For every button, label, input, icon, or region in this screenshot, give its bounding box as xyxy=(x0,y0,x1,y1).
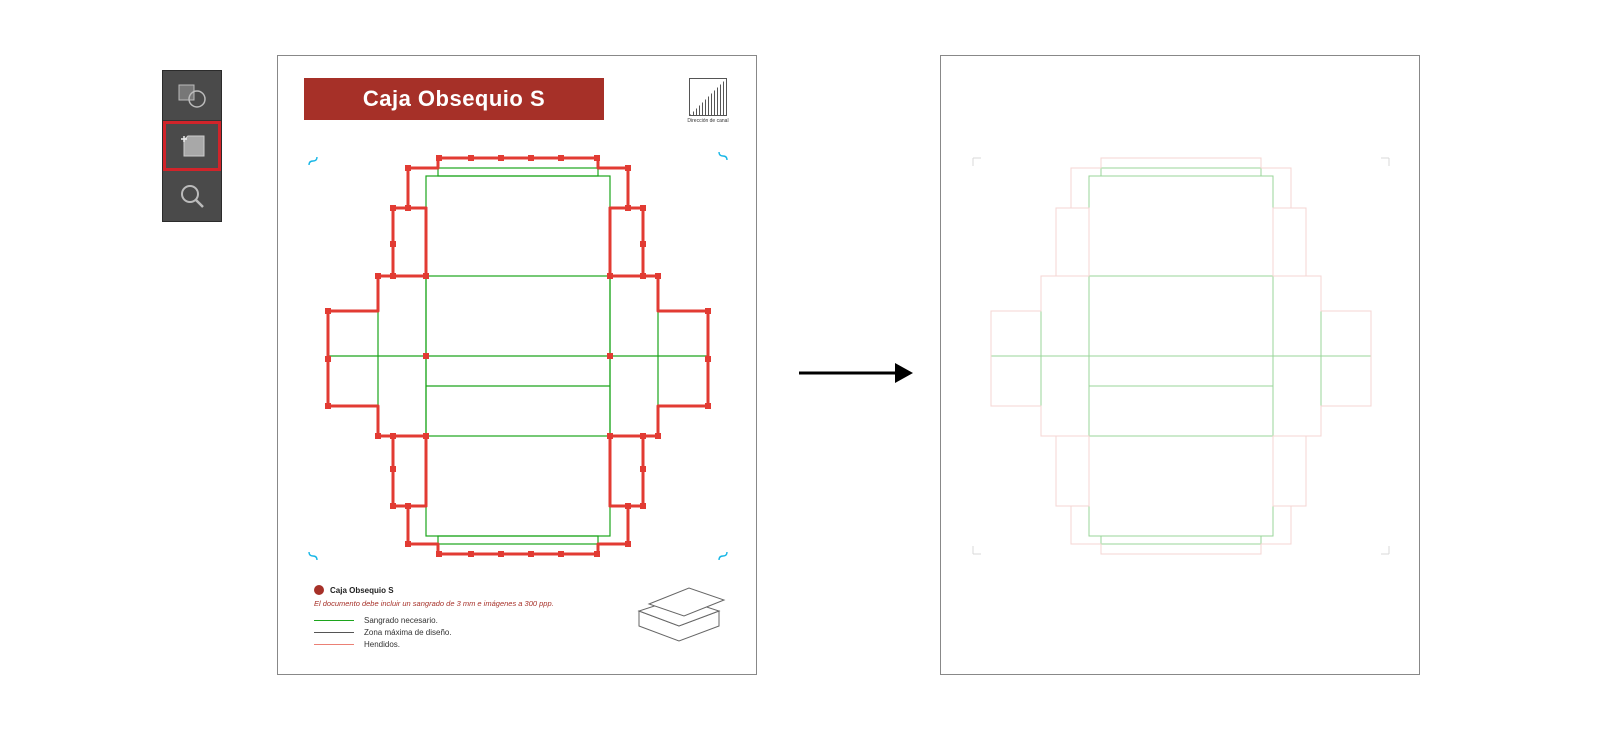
shape-builder-tool[interactable] xyxy=(163,71,221,121)
zoom-icon xyxy=(178,182,206,210)
legend-label: Zona máxima de diseño. xyxy=(364,628,452,637)
shape-builder-icon xyxy=(177,83,207,109)
legend-label: Hendidos. xyxy=(364,640,400,649)
transition-arrow xyxy=(795,358,915,388)
legend: Caja Obsequio S El documento debe inclui… xyxy=(314,585,594,652)
bullet-icon xyxy=(314,585,324,595)
swatch-red xyxy=(314,644,354,645)
legend-row: Hendidos. xyxy=(314,640,594,649)
zoom-tool[interactable] xyxy=(163,171,221,221)
legend-note: El documento debe incluir un sangrado de… xyxy=(314,599,594,608)
channel-direction-widget: Dirección de canal xyxy=(684,78,732,124)
legend-header: Caja Obsequio S xyxy=(314,585,594,595)
legend-row: Zona máxima de diseño. xyxy=(314,628,594,637)
swatch-black xyxy=(314,632,354,633)
channel-direction-label: Dirección de canal xyxy=(684,118,732,124)
dieline-clean xyxy=(961,146,1401,566)
toolbar xyxy=(162,70,222,222)
fold-lines xyxy=(328,168,708,544)
artboard-tool[interactable] xyxy=(163,121,221,171)
legend-title: Caja Obsequio S xyxy=(330,586,394,595)
legend-row: Sangrado necesario. xyxy=(314,616,594,625)
artboard-icon xyxy=(177,131,207,161)
dieline-selected[interactable] xyxy=(298,146,738,566)
box-3d-preview xyxy=(624,576,734,656)
channel-direction-icon xyxy=(689,78,727,116)
legend-label: Sangrado necesario. xyxy=(364,616,438,625)
arrow-icon xyxy=(795,358,915,388)
artboard-result[interactable] xyxy=(940,55,1420,675)
artboard-source[interactable]: Caja Obsequio S Dirección de canal xyxy=(277,55,757,675)
template-title: Caja Obsequio S xyxy=(304,78,604,120)
swatch-green xyxy=(314,620,354,621)
